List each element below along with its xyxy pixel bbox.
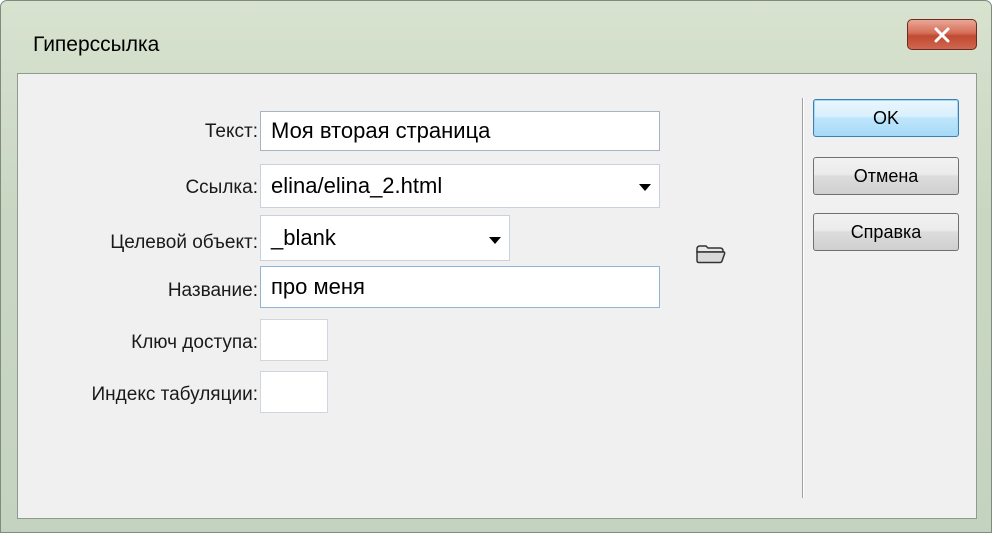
access-key-label: Ключ доступа: [131,332,258,353]
chevron-down-icon[interactable] [489,237,501,244]
text-input[interactable]: Моя вторая страница [260,111,660,151]
link-label: Ссылка: [185,177,258,198]
chevron-down-icon[interactable] [639,184,651,191]
close-button[interactable] [907,19,977,50]
text-label: Текст: [204,121,258,142]
target-value: _blank [271,225,336,250]
folder-icon[interactable] [696,244,726,269]
close-icon [933,27,951,43]
dialog-body: Текст: Моя вторая страница Ссылка: elina… [17,73,977,519]
cancel-button[interactable]: Отмена [813,157,959,195]
window-title: Гиперссылка [33,33,160,56]
target-label: Целевой объект: [110,232,258,253]
access-key-input[interactable] [260,319,328,361]
hyperlink-dialog: Гиперссылка Текст: Моя вторая страница С… [0,0,992,533]
vertical-separator [802,98,803,498]
ok-button[interactable]: OK [813,99,959,137]
help-button[interactable]: Справка [813,213,959,251]
link-combobox[interactable]: elina/elina_2.html [260,164,660,208]
name-label: Название: [167,280,258,301]
link-value: elina/elina_2.html [271,173,443,198]
tab-index-input[interactable] [260,371,328,413]
title-bar[interactable]: Гиперссылка [1,1,991,73]
name-input[interactable]: про меня [260,266,660,308]
tab-index-label: Индекс табуляции: [91,384,258,405]
target-select[interactable]: _blank [260,215,510,261]
